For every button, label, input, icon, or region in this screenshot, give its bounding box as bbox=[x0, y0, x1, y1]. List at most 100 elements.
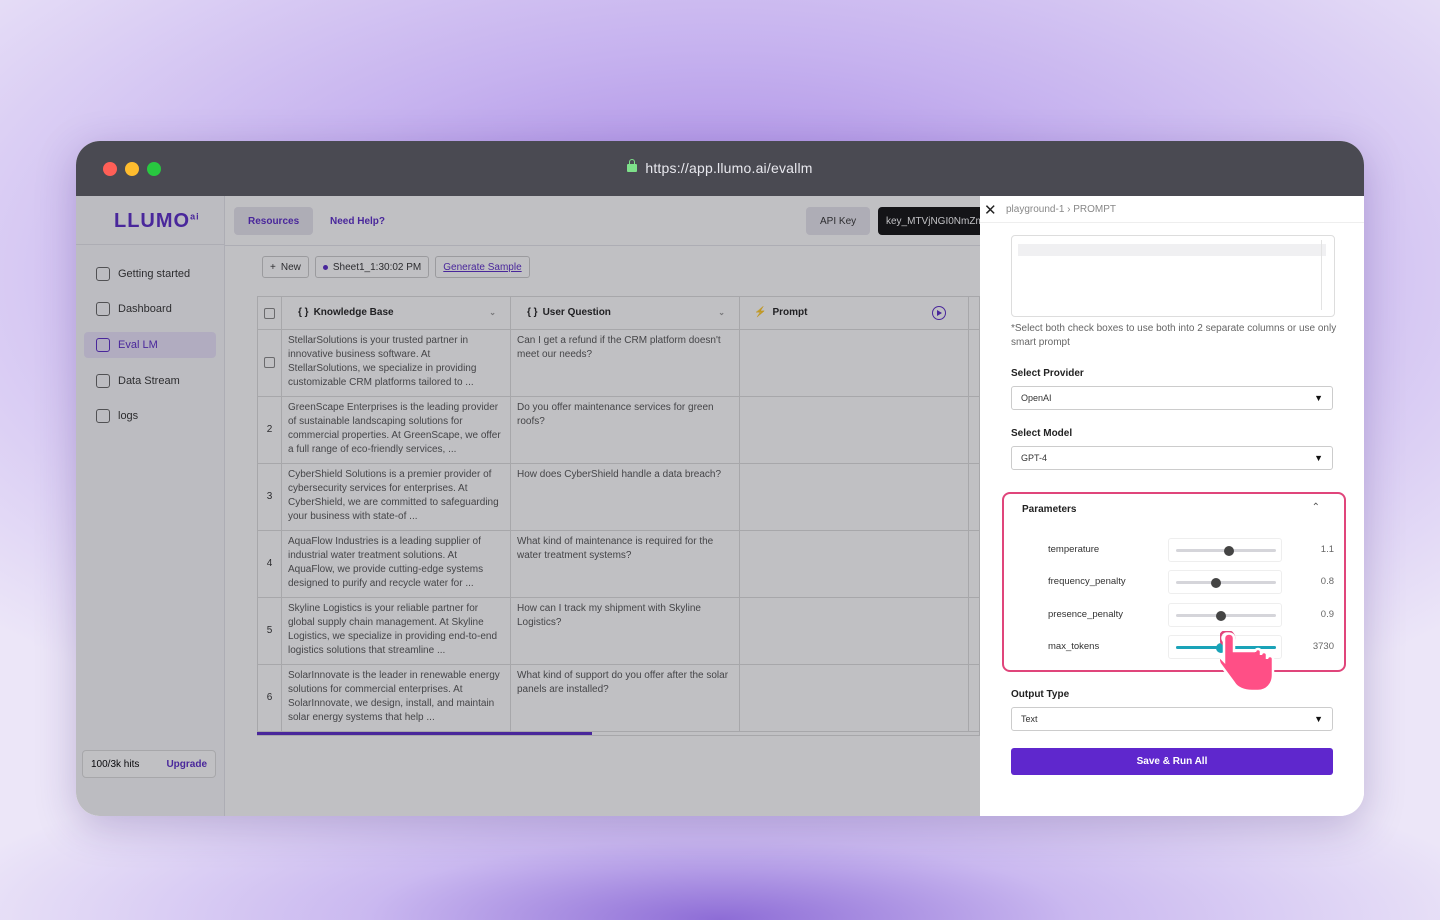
pointer-hand-icon bbox=[1220, 631, 1275, 693]
play-icon[interactable] bbox=[932, 306, 946, 320]
param-value: 0.8 bbox=[1320, 576, 1334, 587]
kb-cell[interactable]: SolarInnovate is the leader in renewable… bbox=[282, 664, 511, 731]
upgrade-link[interactable]: Upgrade bbox=[166, 759, 207, 770]
parameters-section: Parameters ⌃ temperature 1.1 frequency_p… bbox=[1002, 492, 1346, 672]
question-cell[interactable]: Can I get a refund if the CRM platform d… bbox=[511, 329, 740, 396]
table-row: 4 AquaFlow Industries is a leading suppl… bbox=[258, 530, 979, 598]
chevron-down-icon[interactable]: ⌄ bbox=[489, 306, 496, 320]
rocket-icon bbox=[96, 267, 110, 281]
slider-handle[interactable] bbox=[1211, 577, 1221, 588]
row-number: 5 bbox=[258, 597, 282, 664]
question-cell[interactable]: Do you offer maintenance services for gr… bbox=[511, 396, 740, 463]
sidebar-item-dashboard[interactable]: Dashboard bbox=[84, 296, 216, 322]
prompt-cell[interactable] bbox=[740, 329, 969, 396]
column-header-knowledge-base[interactable]: { } Knowledge Base ⌄ bbox=[282, 297, 511, 329]
brace-icon: { } bbox=[527, 307, 538, 318]
table-row: 3 CyberShield Solutions is a premier pro… bbox=[258, 463, 979, 531]
param-value: 3730 bbox=[1312, 641, 1334, 652]
chevron-up-icon[interactable]: ⌃ bbox=[1312, 502, 1320, 513]
question-cell[interactable]: How can I track my shipment with Skyline… bbox=[511, 597, 740, 664]
param-row: temperature 1.1 bbox=[1048, 538, 1338, 562]
table-header: { } Knowledge Base ⌄ { } User Question ⌄ ⚡ Pr… bbox=[258, 297, 979, 330]
row-number: 6 bbox=[258, 664, 282, 731]
slider-handle[interactable] bbox=[1224, 545, 1234, 556]
param-row: presence_penalty 0.9 bbox=[1048, 603, 1338, 627]
prompt-cell[interactable] bbox=[740, 530, 969, 597]
close-icon[interactable]: ✕ bbox=[984, 201, 997, 219]
new-sheet-button[interactable]: + New bbox=[262, 256, 309, 278]
prompt-cell[interactable] bbox=[740, 463, 969, 530]
app-main: LLUMOai Getting started Dashboard Eval L… bbox=[76, 196, 1004, 816]
provider-select[interactable]: OpenAI ▼ bbox=[1011, 386, 1333, 410]
temperature-slider[interactable] bbox=[1176, 545, 1276, 556]
param-row: frequency_penalty 0.8 bbox=[1048, 570, 1338, 594]
logs-icon bbox=[96, 409, 110, 423]
resources-button[interactable]: Resources bbox=[234, 207, 314, 235]
model-label: Select Model bbox=[1011, 428, 1073, 439]
table-row: 5 Skyline Logistics is your reliable par… bbox=[258, 597, 979, 665]
frequency-penalty-slider[interactable] bbox=[1176, 577, 1276, 588]
plus-icon: + bbox=[270, 261, 276, 273]
param-name: presence_penalty bbox=[1048, 609, 1123, 620]
browser-window: https://app.llumo.ai/evallm LLUMOai Gett… bbox=[76, 141, 1364, 816]
chart-icon bbox=[96, 338, 110, 352]
prompt-textarea[interactable] bbox=[1011, 235, 1335, 317]
sidebar-item-logs[interactable]: logs bbox=[84, 403, 216, 429]
divider bbox=[980, 222, 1364, 223]
output-type-select[interactable]: Text ▼ bbox=[1011, 707, 1333, 731]
brace-icon: { } bbox=[298, 307, 309, 318]
save-run-all-button[interactable]: Save & Run All bbox=[1011, 748, 1333, 775]
sidebar: LLUMOai Getting started Dashboard Eval L… bbox=[76, 196, 225, 816]
url-text: https://app.llumo.ai/evallm bbox=[645, 160, 813, 176]
api-key-button[interactable]: API Key bbox=[806, 207, 871, 235]
need-help-button[interactable]: Need Help? bbox=[316, 207, 399, 235]
prompt-cell[interactable] bbox=[740, 597, 969, 664]
sheet-tab[interactable]: Sheet1_1:30:02 PM bbox=[314, 256, 430, 278]
select-all-checkbox[interactable] bbox=[264, 307, 275, 319]
kb-cell[interactable]: AquaFlow Industries is a leading supplie… bbox=[282, 530, 511, 597]
prompt-placeholder-bar bbox=[1018, 244, 1326, 256]
chevron-down-icon: ▼ bbox=[1314, 453, 1323, 463]
table-row: 2 GreenScape Enterprises is the leading … bbox=[258, 396, 979, 464]
param-value: 0.9 bbox=[1320, 609, 1334, 620]
slider-handle[interactable] bbox=[1216, 610, 1226, 621]
row-checkbox-cell bbox=[258, 329, 282, 396]
hits-text: 100/3k hits bbox=[91, 758, 140, 770]
kb-cell[interactable]: Skyline Logistics is your reliable partn… bbox=[282, 597, 511, 664]
lock-icon bbox=[627, 159, 638, 172]
param-value: 1.1 bbox=[1320, 544, 1334, 555]
sidebar-item-eval-lm[interactable]: Eval LM bbox=[84, 332, 216, 358]
address-bar[interactable]: https://app.llumo.ai/evallm bbox=[76, 159, 1364, 176]
topbar: Resources Need Help? API Key key_MTVjNGI… bbox=[224, 196, 1004, 246]
question-cell[interactable]: How does CyberShield handle a data breac… bbox=[511, 463, 740, 530]
column-header-user-question[interactable]: { } User Question ⌄ bbox=[511, 297, 740, 329]
presence-penalty-slider[interactable] bbox=[1176, 610, 1276, 621]
prompt-cell[interactable] bbox=[740, 396, 969, 463]
row-number: 3 bbox=[258, 463, 282, 530]
sidebar-item-getting-started[interactable]: Getting started bbox=[84, 261, 216, 287]
kb-cell[interactable]: CyberShield Solutions is a premier provi… bbox=[282, 463, 511, 530]
chevron-down-icon[interactable]: ⌄ bbox=[718, 306, 725, 320]
prompt-settings-panel: ✕ playground-1 › PROMPT *Select both che… bbox=[980, 196, 1364, 816]
generate-sample-button[interactable]: Generate Sample bbox=[435, 256, 530, 278]
param-name: frequency_penalty bbox=[1048, 576, 1126, 587]
question-cell[interactable]: What kind of maintenance is required for… bbox=[511, 530, 740, 597]
row-number: 2 bbox=[258, 396, 282, 463]
prompt-cell[interactable] bbox=[740, 664, 969, 731]
prompt-scrollbar[interactable] bbox=[1321, 240, 1322, 310]
chevron-down-icon: ▼ bbox=[1314, 714, 1323, 724]
kb-cell[interactable]: StellarSolutions is your trusted partner… bbox=[282, 329, 511, 396]
hand-shape bbox=[1220, 632, 1275, 693]
question-cell[interactable]: What kind of support do you offer after … bbox=[511, 664, 740, 731]
kb-cell[interactable]: GreenScape Enterprises is the leading pr… bbox=[282, 396, 511, 463]
sheet-dot-icon bbox=[322, 264, 328, 270]
browser-titlebar: https://app.llumo.ai/evallm bbox=[76, 141, 1364, 196]
data-stream-icon bbox=[96, 374, 110, 388]
horizontal-scrollbar[interactable] bbox=[257, 732, 592, 735]
bolt-icon: ⚡ bbox=[754, 307, 767, 318]
column-header-prompt[interactable]: ⚡ Prompt bbox=[740, 297, 969, 329]
row-checkbox[interactable] bbox=[264, 357, 275, 368]
row-number: 4 bbox=[258, 530, 282, 597]
sidebar-item-data-stream[interactable]: Data Stream bbox=[84, 368, 216, 394]
model-select[interactable]: GPT-4 ▼ bbox=[1011, 446, 1333, 470]
